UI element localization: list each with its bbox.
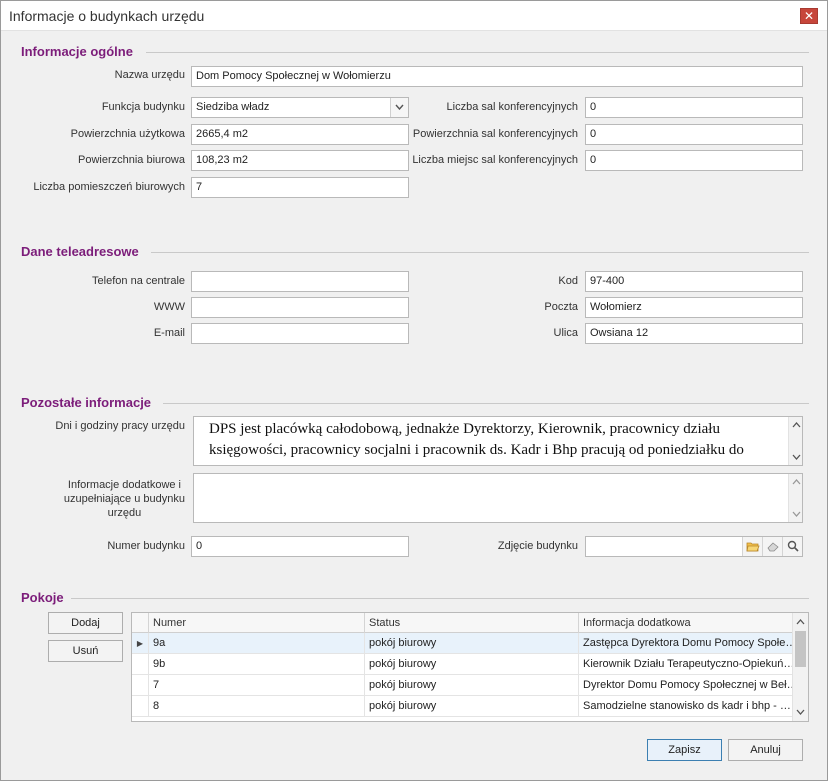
post-office-label: Poczta (544, 301, 578, 313)
conf-seats-label: Liczba miejsc sal konferencyjnych (412, 154, 578, 166)
phone-label: Telefon na centrale (92, 275, 185, 287)
building-number-label: Numer budynku (107, 540, 185, 552)
www-field[interactable] (191, 297, 409, 318)
table-cell: 9a (148, 633, 364, 654)
conf-rooms-label: Liczba sal konferencyjnych (446, 101, 578, 113)
scroll-up-icon[interactable] (789, 418, 802, 432)
additional-info-label: Informacje dodatkowe i uzupełniające u b… (64, 478, 185, 520)
table-cell: 7 (148, 675, 364, 696)
table-cell: pokój biurowy (364, 654, 578, 675)
additional-info-label-line: uzupełniające u budynku (63, 493, 185, 505)
function-label: Funkcja budynku (101, 101, 185, 113)
conf-area-label: Powierzchnia sal konferencyjnych (412, 128, 578, 140)
column-header-info[interactable]: Informacja dodatkowa (578, 613, 794, 633)
hours-textarea[interactable]: DPS jest placówką całodobową, jednakże D… (193, 416, 803, 466)
office-area-label: Powierzchnia biurowa (78, 154, 185, 166)
photo-field[interactable] (585, 536, 803, 557)
table-cell: Zastępca Dyrektora Domu Pomocy Społe… (578, 633, 794, 654)
table-cell: 8 (148, 696, 364, 717)
section-title-other: Pozostałe informacje (21, 395, 152, 410)
cancel-button[interactable]: Anuluj (728, 739, 803, 761)
function-combobox[interactable]: Siedziba władz (191, 97, 409, 118)
office-area-field[interactable]: 108,23 m2 (191, 150, 409, 171)
table-row[interactable]: 8 pokój biurowy Samodzielne stanowisko d… (132, 696, 794, 717)
hours-label: Dni i godziny pracy urzędu (55, 420, 185, 432)
scroll-up-icon[interactable] (789, 475, 802, 489)
street-field[interactable]: Owsiana 12 (585, 323, 803, 344)
www-label: WWW (153, 301, 185, 313)
office-name-field[interactable]: Dom Pomocy Społecznej w Wołomierzu (191, 66, 803, 87)
window-title: Informacje o budynkach urzędu (9, 8, 205, 24)
add-room-button[interactable]: Dodaj (48, 612, 123, 634)
table-cell: pokój biurowy (364, 696, 578, 717)
photo-path (586, 540, 590, 552)
section-divider (151, 252, 809, 253)
hours-text: DPS jest placówką całodobową, jednakże D… (209, 421, 744, 465)
magnifier-icon[interactable] (782, 537, 802, 556)
table-cell: pokój biurowy (364, 675, 578, 696)
remove-room-button[interactable]: Usuń (48, 640, 123, 662)
close-icon[interactable]: ✕ (800, 8, 818, 24)
street-label: Ulica (553, 327, 578, 339)
table-row[interactable]: ▶ 9a pokój biurowy Zastępca Dyrektora Do… (132, 633, 794, 654)
table-cell: Samodzielne stanowisko ds kadr i bhp - … (578, 696, 794, 717)
conf-seats-field[interactable]: 0 (585, 150, 803, 171)
section-divider (71, 598, 809, 599)
additional-info-label-line: Informacje dodatkowe i (67, 479, 182, 491)
postal-code-field[interactable]: 97-400 (585, 271, 803, 292)
email-field[interactable] (191, 323, 409, 344)
chevron-down-icon[interactable] (390, 98, 408, 117)
scroll-down-icon[interactable] (789, 507, 802, 521)
conf-area-field[interactable]: 0 (585, 124, 803, 145)
phone-field[interactable] (191, 271, 409, 292)
table-cell: pokój biurowy (364, 633, 578, 654)
save-button[interactable]: Zapisz (647, 739, 722, 761)
hours-scrollbar[interactable] (788, 417, 802, 465)
additional-info-textarea[interactable] (193, 473, 803, 523)
rooms-table[interactable]: Numer Status Informacja dodatkowa ▶ 9a p… (131, 612, 809, 722)
title-bar: Informacje o budynkach urzędu ✕ (1, 1, 827, 31)
post-office-field[interactable]: Wołomierz (585, 297, 803, 318)
table-header: Numer Status Informacja dodatkowa (132, 613, 794, 633)
table-cell: 9b (148, 654, 364, 675)
table-scrollbar[interactable] (792, 613, 808, 721)
additional-info-label-line: urzędu (107, 507, 142, 519)
scroll-down-icon[interactable] (789, 450, 802, 464)
office-name-label: Nazwa urzędu (114, 69, 185, 81)
dialog-window: Informacje o budynkach urzędu ✕ Informac… (0, 0, 828, 781)
section-title-contact: Dane teleadresowe (21, 244, 139, 259)
conf-rooms-field[interactable]: 0 (585, 97, 803, 118)
table-cell: Dyrektor Domu Pomocy Społecznej w Beł… (578, 675, 794, 696)
row-pointer-icon: ▶ (136, 639, 144, 648)
section-divider (146, 52, 809, 53)
office-rooms-field[interactable]: 7 (191, 177, 409, 198)
office-rooms-label: Liczba pomieszczeń biurowych (33, 181, 185, 193)
section-title-general: Informacje ogólne (21, 44, 133, 59)
building-number-field[interactable]: 0 (191, 536, 409, 557)
usable-area-label: Powierzchnia użytkowa (70, 128, 185, 140)
section-divider (163, 403, 809, 404)
eraser-icon[interactable] (762, 537, 782, 556)
scroll-down-icon[interactable] (793, 705, 808, 719)
table-row[interactable]: 9b pokój biurowy Kierownik Działu Terape… (132, 654, 794, 675)
scroll-up-icon[interactable] (793, 615, 808, 629)
additional-info-scrollbar[interactable] (788, 474, 802, 522)
column-header-number[interactable]: Numer (148, 613, 364, 633)
email-label: E-mail (153, 327, 185, 339)
function-value: Siedziba władz (196, 101, 270, 113)
photo-label: Zdjęcie budynku (497, 540, 578, 552)
scroll-thumb[interactable] (795, 631, 806, 667)
table-cell: Kierownik Działu Terapeutyczno-Opiekuń… (578, 654, 794, 675)
postal-code-label: Kod (558, 275, 578, 287)
table-row[interactable]: 7 pokój biurowy Dyrektor Domu Pomocy Spo… (132, 675, 794, 696)
section-title-rooms: Pokoje (21, 590, 64, 605)
usable-area-field[interactable]: 2665,4 m2 (191, 124, 409, 145)
folder-open-icon[interactable] (742, 537, 762, 556)
column-header-status[interactable]: Status (364, 613, 578, 633)
